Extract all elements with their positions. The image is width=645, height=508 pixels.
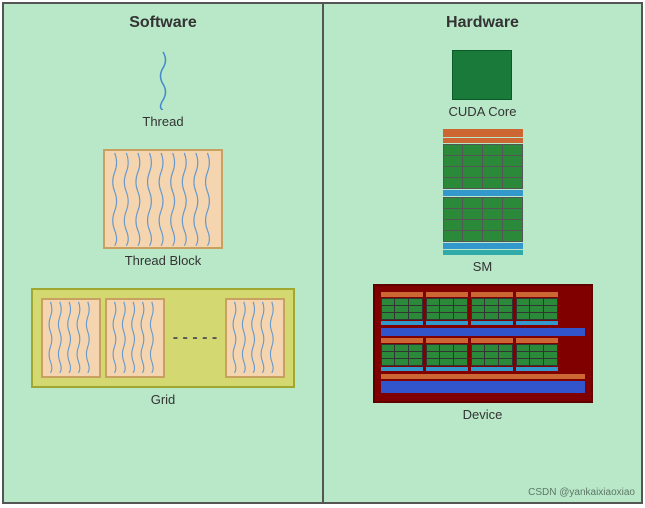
sm-cell [463,231,482,241]
grid-block-2-wavy [107,300,163,375]
grid-label: Grid [151,392,176,407]
device-label: Device [463,407,503,422]
sm-top-bar-2 [443,138,523,143]
device-sm-unit [471,338,513,371]
sm-cell [463,198,482,208]
software-title: Software [129,14,197,32]
grid-block-3 [225,298,285,378]
watermark: CSDN @yankaixiaoxiao [528,487,635,498]
thread-icon [148,50,178,110]
sm-cell [503,209,522,219]
device-orange-bar [381,374,585,379]
grid-dots: - - - - - [169,329,221,347]
device-sm-unit [516,292,558,325]
sm-cell [503,220,522,230]
software-panel: Software Thread [4,4,324,502]
sm-cell [483,220,502,230]
sm-cell [503,156,522,166]
grid-section: - - - - - Grid [14,288,312,407]
sm-cell [483,231,502,241]
sm-cell [463,167,482,177]
sm-grid-area-1 [443,144,523,189]
sm-cell [463,156,482,166]
grid-outer-box: - - - - - [31,288,295,388]
sm-label: SM [473,259,493,274]
sm-cell [444,167,463,177]
device-section: Device [334,284,631,422]
device-blue-bar-1 [381,328,585,336]
device-sm-unit [471,292,513,325]
device-sm-unit [426,338,468,371]
sm-cell [483,178,502,188]
main-container: Software Thread [2,2,643,504]
cuda-core-box [452,50,512,100]
sm-cell [503,198,522,208]
cuda-core-section: CUDA Core [449,50,517,119]
grid-block-1 [41,298,101,378]
device-outer-box [373,284,593,403]
sm-cell [463,220,482,230]
sm-cell [463,178,482,188]
thread-block-label: Thread Block [125,253,202,268]
sm-cell [444,220,463,230]
sm-grid-area-2 [443,197,523,242]
thread-block-section: Thread Block [103,149,223,268]
sm-cell [483,145,502,155]
sm-cell [444,209,463,219]
sm-cell [444,145,463,155]
sm-cell [444,231,463,241]
cuda-core-label: CUDA Core [449,104,517,119]
sm-cell [463,145,482,155]
sm-cell [503,167,522,177]
sm-section: SM [443,129,523,274]
hardware-panel: Hardware CUDA Core [324,4,641,502]
grid-block-3-wavy [227,300,283,375]
grid-block-1-wavy [43,300,99,375]
device-sm-unit [381,338,423,371]
sm-cell [444,198,463,208]
device-row-2 [381,338,585,371]
sm-cell [483,198,502,208]
sm-cell [503,231,522,241]
sm-bot-bar [443,243,523,249]
device-sm-unit [426,292,468,325]
sm-cell [483,209,502,219]
sm-cell [483,156,502,166]
device-blue-bar-2 [381,381,585,393]
sm-cell [463,209,482,219]
sm-diagram [443,129,523,255]
sm-mid-bar [443,190,523,196]
device-sm-unit [516,338,558,371]
device-sm-unit [381,292,423,325]
sm-cell [503,145,522,155]
thread-block-box [103,149,223,249]
grid-block-2 [105,298,165,378]
sm-top-bar [443,129,523,137]
hardware-title: Hardware [446,14,519,32]
thread-section: Thread [142,50,183,129]
sm-cell [483,167,502,177]
thread-label: Thread [142,114,183,129]
sm-cell [444,156,463,166]
sm-cell [444,178,463,188]
sm-teal-bar [443,250,523,255]
device-row-1 [381,292,585,325]
thread-block-wavy [105,151,221,248]
sm-cell [503,178,522,188]
